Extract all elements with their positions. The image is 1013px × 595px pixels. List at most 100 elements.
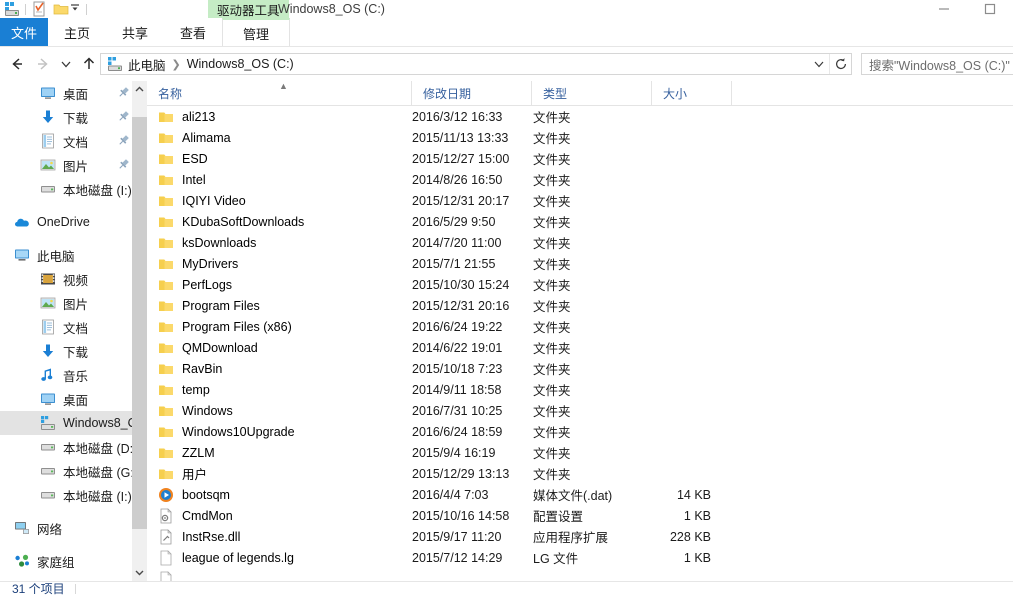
scrollbar-thumb[interactable] [132, 117, 147, 529]
folder-icon [158, 172, 174, 188]
sidebar-item-13[interactable]: 桌面 [0, 387, 147, 411]
sidebar-item-10[interactable]: 文档 [0, 315, 147, 339]
sidebar-item-2[interactable]: 下载 [0, 105, 147, 129]
column-header-date[interactable]: 修改日期 [412, 81, 532, 106]
sidebar-item-4[interactable]: 图片 [0, 153, 147, 177]
sidebar-item-15[interactable]: 本地磁盘 (D:) [0, 435, 147, 459]
table-row[interactable]: ksDownloads 2014/7/20 11:00 文件夹 [147, 232, 1013, 253]
sidebar-item-12[interactable]: 音乐 [0, 363, 147, 387]
table-row[interactable]: temp 2014/9/11 18:58 文件夹 [147, 379, 1013, 400]
minimize-button[interactable] [921, 0, 967, 18]
sidebar-item-label: 此电脑 [37, 249, 75, 264]
new-folder-icon[interactable] [53, 1, 69, 17]
tab-home[interactable]: 主页 [48, 18, 106, 46]
sidebar-item-16[interactable]: 本地磁盘 (G:) [0, 459, 147, 483]
contextual-tab-drive-tools[interactable]: 驱动器工具 [208, 0, 289, 18]
table-row[interactable]: Windows10Upgrade 2016/6/24 18:59 文件夹 [147, 421, 1013, 442]
sidebar-item-19[interactable]: 家庭组 [0, 549, 147, 573]
table-row[interactable]: Intel 2014/8/26 16:50 文件夹 [147, 169, 1013, 190]
table-row[interactable]: league of legends.lg 2015/7/12 14:29 LG 文件… [147, 547, 1013, 568]
table-row[interactable]: MyDrivers 2015/7/1 21:55 文件夹 [147, 253, 1013, 274]
tab-manage[interactable]: 管理 [222, 18, 291, 46]
scroll-up-icon[interactable] [132, 81, 147, 98]
properties-icon[interactable] [31, 1, 47, 17]
pin-icon[interactable] [117, 158, 130, 171]
dll-icon [158, 528, 174, 545]
forward-button[interactable] [30, 51, 56, 77]
table-row[interactable]: KDubaSoftDownloads 2016/5/29 9:50 文件夹 [147, 211, 1013, 232]
column-header-type[interactable]: 类型 [532, 81, 652, 106]
sidebar-item-3[interactable]: 文档 [0, 129, 147, 153]
column-header-name[interactable]: 名称 ▲ [147, 81, 412, 106]
navigation-scrollbar[interactable] [132, 81, 147, 581]
address-bar[interactable]: 此电脑 ❯ Windows8_OS (C:) [100, 53, 852, 75]
breadcrumb-separator-1[interactable]: ❯ [172, 58, 181, 71]
table-row[interactable]: 用户 2015/12/29 13:13 文件夹 [147, 463, 1013, 484]
file-name-cell: Intel [147, 172, 412, 188]
pin-icon[interactable] [117, 134, 130, 147]
onedrive-icon [14, 214, 30, 230]
table-row[interactable]: ali213 2016/3/12 16:33 文件夹 [147, 106, 1013, 127]
address-dropdown-icon[interactable] [809, 58, 829, 70]
pictures-icon [40, 295, 56, 311]
scroll-down-icon[interactable] [132, 564, 147, 581]
sidebar-item-9[interactable]: 图片 [0, 291, 147, 315]
sidebar-item-label: 图片 [63, 297, 89, 312]
table-row[interactable]: Alimama 2015/11/13 13:33 文件夹 [147, 127, 1013, 148]
maximize-button[interactable] [967, 0, 1013, 18]
recent-locations-button[interactable] [56, 51, 76, 77]
table-row[interactable]: InstRse.dll 2015/9/17 11:20 应用程序扩展 228 KB [147, 526, 1013, 547]
contextual-tab-label: 驱动器工具 [217, 3, 280, 18]
sidebar-item-17[interactable]: 本地磁盘 (I:) [0, 483, 147, 507]
folder-icon [158, 403, 174, 419]
sidebar-item-14[interactable]: Windows8_OS [0, 411, 147, 435]
table-row[interactable]: Windows 2016/7/31 10:25 文件夹 [147, 400, 1013, 421]
table-row[interactable]: IQIYI Video 2015/12/31 20:17 文件夹 [147, 190, 1013, 211]
sidebar-item-label: 家庭组 [37, 555, 75, 570]
file-type-cell: 文件夹 [533, 405, 571, 419]
search-input[interactable]: 搜索"Windows8_OS (C:)" [861, 53, 1013, 75]
sidebar-item-5[interactable]: 本地磁盘 (I:) [0, 177, 147, 201]
table-row[interactable]: Program Files (x86) 2016/6/24 19:22 文件夹 [147, 316, 1013, 337]
table-row[interactable]: ESD 2015/12/27 15:00 文件夹 [147, 148, 1013, 169]
pin-icon[interactable] [117, 110, 130, 123]
tab-view[interactable]: 查看 [164, 18, 222, 46]
table-row[interactable]: RavBin 2015/10/18 7:23 文件夹 [147, 358, 1013, 379]
video-icon [40, 271, 56, 287]
pin-icon[interactable] [117, 86, 130, 99]
customize-chevron-icon[interactable] [69, 1, 81, 17]
table-row[interactable]: QMDownload 2014/6/22 19:01 文件夹 [147, 337, 1013, 358]
back-button[interactable] [4, 51, 30, 77]
table-row[interactable]: ZZLM 2015/9/4 16:19 文件夹 [147, 442, 1013, 463]
column-header-size[interactable]: 大小 [652, 81, 732, 106]
table-row[interactable]: Program Files 2015/12/31 20:16 文件夹 [147, 295, 1013, 316]
sidebar-item-label: 桌面 [63, 87, 89, 102]
table-row[interactable] [147, 568, 1013, 581]
sidebar-item-11[interactable]: 下载 [0, 339, 147, 363]
status-divider [74, 583, 76, 594]
sidebar-item-18[interactable]: 网络 [0, 516, 147, 540]
search-placeholder: 搜索"Windows8_OS (C:)" [869, 58, 1010, 73]
file-list-pane: 名称 ▲ 修改日期 类型 大小 ali213 2016/3/12 16:33 文件夹… [147, 81, 1013, 581]
sidebar-item-7[interactable]: 此电脑 [0, 243, 147, 267]
table-row[interactable]: bootsqm 2016/4/4 7:03 媒体文件(.dat) 14 KB [147, 484, 1013, 505]
drive-icon[interactable] [4, 1, 20, 17]
file-name-cell: QMDownload [147, 340, 412, 356]
file-name-cell [147, 570, 412, 581]
tab-share[interactable]: 共享 [106, 18, 164, 46]
sidebar-item-6[interactable]: OneDrive [0, 210, 147, 234]
sidebar-item-1[interactable]: 桌面 [0, 81, 147, 105]
file-date-cell: 2015/7/12 14:29 [412, 550, 503, 565]
up-button[interactable] [76, 51, 102, 77]
tab-share-label: 共享 [122, 25, 149, 41]
table-row[interactable]: PerfLogs 2015/10/30 15:24 文件夹 [147, 274, 1013, 295]
sidebar-item-label: 下载 [63, 345, 89, 360]
file-name-label: 用户 [182, 468, 208, 482]
tab-file[interactable]: 文件 [0, 18, 48, 46]
table-row[interactable]: CmdMon 2015/10/16 14:58 配置设置 1 KB [147, 505, 1013, 526]
breadcrumb-item-computer[interactable]: 此电脑 [128, 55, 166, 74]
breadcrumb-item-drive[interactable]: Windows8_OS (C:) [187, 57, 294, 71]
sidebar-item-8[interactable]: 视频 [0, 267, 147, 291]
file-name-cell: Program Files [147, 298, 412, 314]
refresh-icon[interactable] [829, 54, 851, 74]
